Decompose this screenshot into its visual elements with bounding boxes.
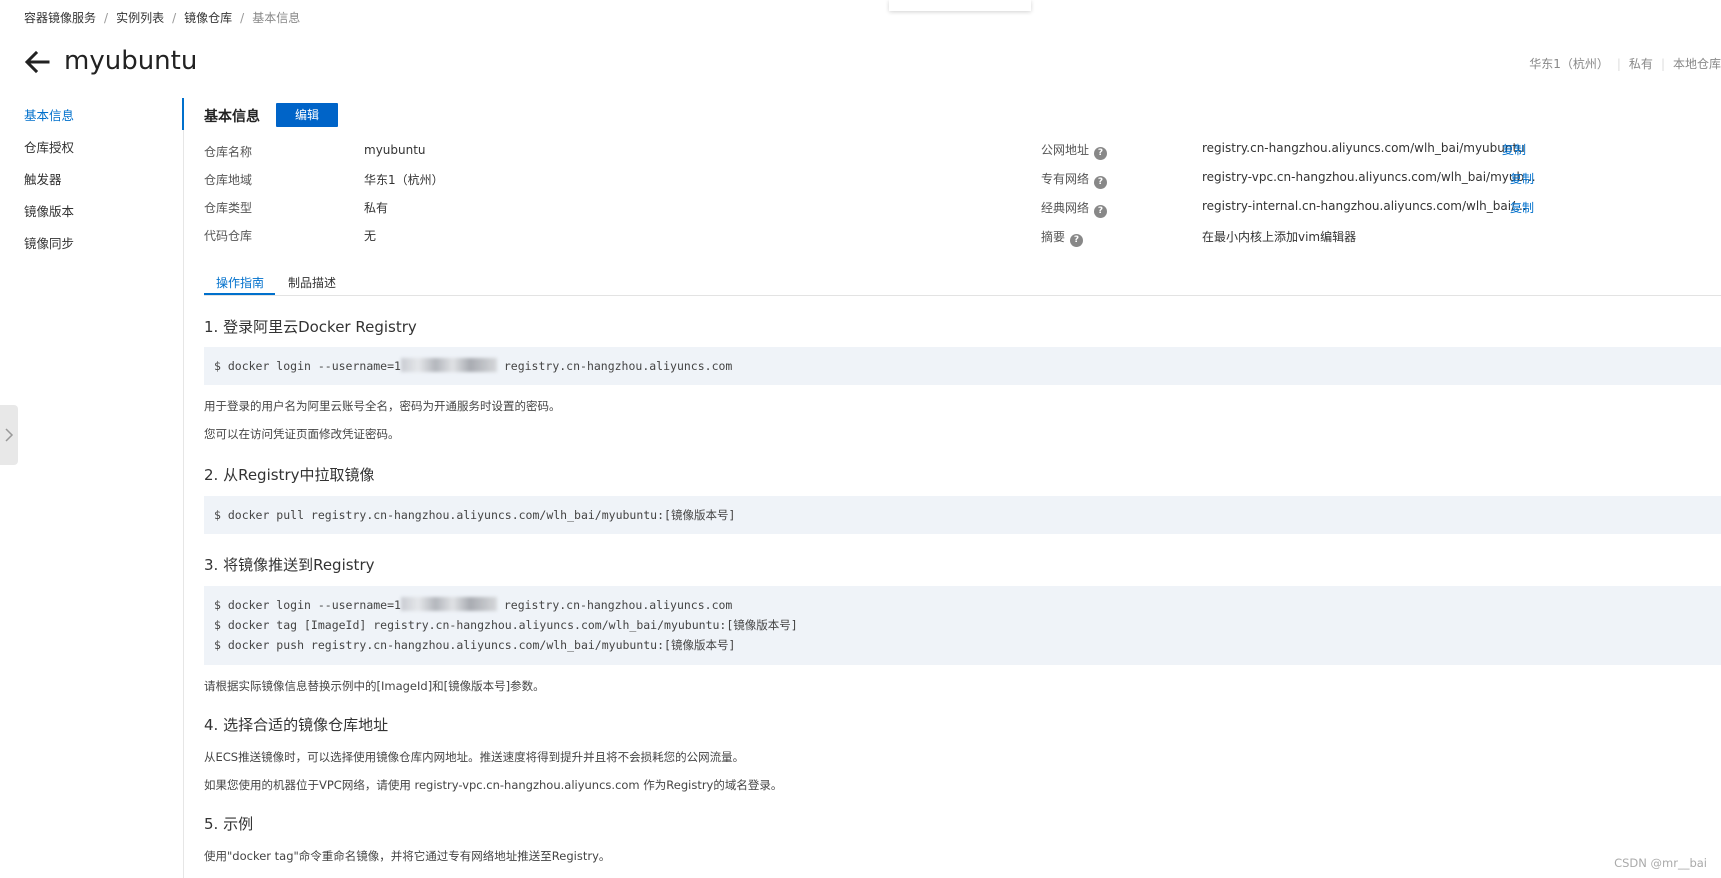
repo-meta-source: 本地仓库 — [1672, 57, 1721, 71]
redacted-username — [400, 597, 497, 611]
sidenav-divider — [183, 98, 184, 878]
breadcrumb-separator: / — [104, 11, 109, 25]
code-line: $ docker push registry.cn-hangzhou.aliyu… — [214, 638, 736, 652]
sidenav-item-triggers[interactable]: 触发器 — [24, 170, 174, 202]
info-value-vpc-address: registry-vpc.cn-hangzhou.aliyuncs.com/wl… — [1202, 170, 1536, 184]
repo-meta-region: 华东1（杭州） — [1529, 57, 1609, 71]
step-4-note-1: 从ECS推送镜像时，可以选择使用镜像仓库内网地址。推送速度将得到提升并且将不会损… — [204, 750, 745, 764]
redacted-username — [400, 358, 497, 372]
tab-bar: 操作指南 制品描述 — [204, 272, 1721, 296]
step-3-code-block[interactable]: $ docker login --username=1 registry.cn-… — [204, 586, 1721, 665]
breadcrumb-current: 基本信息 — [252, 11, 301, 25]
step-3-title: 3. 将镜像推送到Registry — [204, 556, 375, 574]
info-value-region: 华东1（杭州） — [364, 173, 444, 187]
step-5-note: 使用"docker tag"命令重命名镜像，并将它通过专有网络地址推送至Regi… — [204, 849, 611, 863]
page-title: myubuntu — [64, 46, 198, 76]
breadcrumb-separator: / — [240, 11, 245, 25]
info-value-classic-address: registry-internal.cn-hangzhou.aliyuncs.c… — [1202, 199, 1527, 213]
step-3-note: 请根据实际镜像信息替换示例中的[ImageId]和[镜像版本号]参数。 — [204, 679, 545, 693]
repo-meta-type: 私有 — [1628, 57, 1653, 71]
info-label-public-address: 公网地址? — [1041, 141, 1108, 160]
code-line: $ docker pull registry.cn-hangzhou.aliyu… — [214, 508, 736, 522]
info-value-public-address: registry.cn-hangzhou.aliyuncs.com/wlh_ba… — [1202, 141, 1525, 155]
sidenav-item-image-versions[interactable]: 镜像版本 — [24, 202, 174, 234]
breadcrumb-item-instances[interactable]: 实例列表 — [116, 11, 164, 25]
help-icon[interactable]: ? — [1094, 205, 1108, 218]
repo-meta: 华东1（杭州） | 私有 | 本地仓库 — [1529, 57, 1721, 71]
copy-classic-address-link[interactable]: 复制 — [1510, 199, 1534, 216]
tab-operation-guide[interactable]: 操作指南 — [216, 274, 264, 291]
code-line: $ docker login --username=1 registry.cn-… — [214, 358, 733, 373]
step-2-title: 2. 从Registry中拉取镜像 — [204, 466, 375, 484]
chevron-right-icon — [5, 428, 14, 442]
popover-remnant — [889, 0, 1031, 11]
back-arrow-icon[interactable] — [24, 49, 50, 75]
code-line: $ docker tag [ImageId] registry.cn-hangz… — [214, 618, 798, 632]
section-title: 基本信息 — [204, 109, 260, 125]
info-value-repo-type: 私有 — [364, 201, 389, 215]
info-label-vpc-address: 专有网络? — [1041, 170, 1108, 189]
tab-artifact-description[interactable]: 制品描述 — [288, 274, 336, 291]
help-icon[interactable]: ? — [1070, 234, 1084, 247]
step-1-code-block[interactable]: $ docker login --username=1 registry.cn-… — [204, 347, 1721, 385]
sidenav-active-indicator — [182, 98, 184, 130]
info-value-summary: 在最小内核上添加vim编辑器 — [1202, 230, 1357, 244]
step-4-title: 4. 选择合适的镜像仓库地址 — [204, 716, 389, 734]
breadcrumb: 容器镜像服务 / 实例列表 / 镜像仓库 / 基本信息 — [24, 9, 300, 26]
sidenav-item-image-sync[interactable]: 镜像同步 — [24, 234, 174, 266]
info-label-repo-name: 仓库名称 — [204, 145, 253, 159]
tab-active-underline — [204, 293, 275, 295]
copy-public-address-link[interactable]: 复制 — [1502, 141, 1526, 158]
sidenav-item-basic-info[interactable]: 基本信息 — [24, 106, 174, 138]
side-navigation: 基本信息 仓库授权 触发器 镜像版本 镜像同步 — [24, 106, 174, 266]
help-icon[interactable]: ? — [1094, 147, 1108, 160]
info-label-code-repo: 代码仓库 — [204, 229, 253, 243]
help-icon[interactable]: ? — [1094, 176, 1108, 189]
info-label-region: 仓库地域 — [204, 173, 253, 187]
sidebar-expand-toggle[interactable] — [0, 405, 18, 465]
edit-button[interactable]: 编辑 — [276, 103, 338, 127]
sidenav-item-authorization[interactable]: 仓库授权 — [24, 138, 174, 170]
step-2-code-block[interactable]: $ docker pull registry.cn-hangzhou.aliyu… — [204, 496, 1721, 534]
step-1-title: 1. 登录阿里云Docker Registry — [204, 318, 417, 336]
breadcrumb-separator: / — [172, 11, 177, 25]
info-value-repo-name: myubuntu — [364, 143, 426, 157]
step-1-note-1: 用于登录的用户名为阿里云账号全名，密码为开通服务时设置的密码。 — [204, 399, 561, 413]
step-5-title: 5. 示例 — [204, 815, 254, 833]
copy-vpc-address-link[interactable]: 复制 — [1510, 170, 1534, 187]
info-label-classic-address: 经典网络? — [1041, 199, 1108, 218]
info-label-summary: 摘要? — [1041, 228, 1084, 247]
code-line: $ docker login --username=1 registry.cn-… — [214, 597, 733, 612]
watermark: CSDN @mr__bai — [1614, 856, 1707, 870]
breadcrumb-item-service[interactable]: 容器镜像服务 — [24, 11, 96, 25]
info-value-code-repo: 无 — [364, 229, 377, 243]
info-label-repo-type: 仓库类型 — [204, 201, 253, 215]
step-4-note-2: 如果您使用的机器位于VPC网络，请使用 registry-vpc.cn-hang… — [204, 778, 783, 792]
step-1-note-2: 您可以在访问凭证页面修改凭证密码。 — [204, 427, 400, 441]
breadcrumb-item-repositories[interactable]: 镜像仓库 — [184, 11, 232, 25]
